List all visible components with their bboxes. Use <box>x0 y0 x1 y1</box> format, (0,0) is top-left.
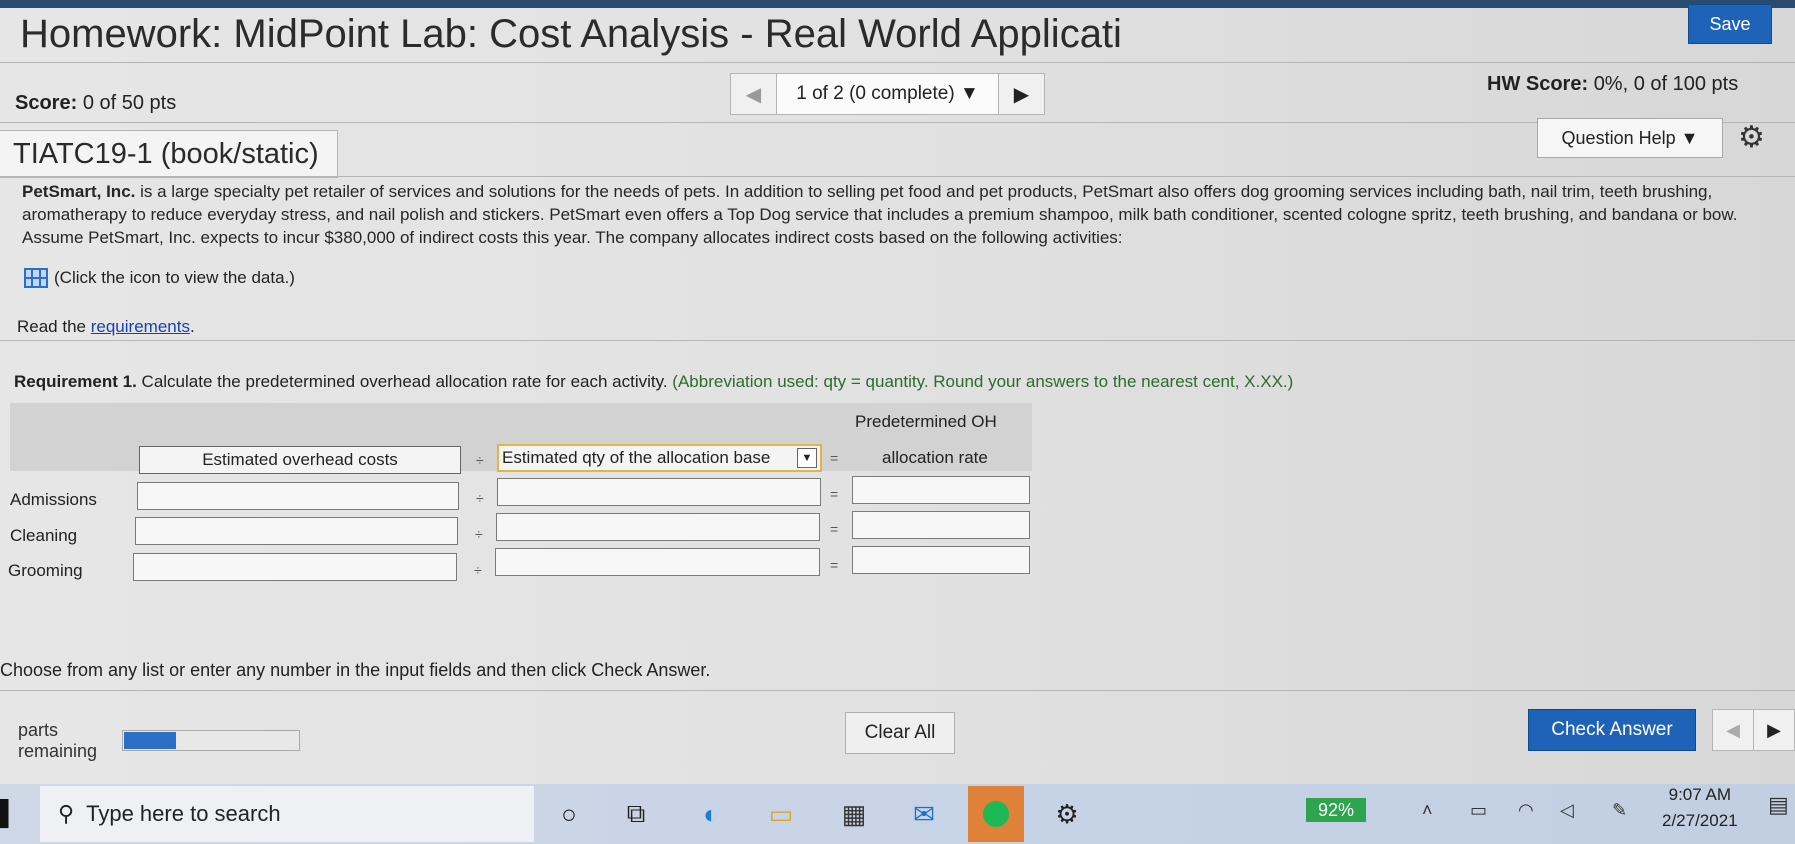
instruction-text: Choose from any list or enter any number… <box>0 660 711 680</box>
admissions-allocation-qty-input[interactable] <box>497 478 821 506</box>
question-selector[interactable]: 1 of 2 (0 complete) ▼ <box>777 74 998 114</box>
header-estimated-overhead-costs: Estimated overhead costs <box>139 446 461 474</box>
task-view-icon[interactable]: ⧉ <box>617 795 655 833</box>
taskbar-search-box[interactable]: ⚲ Type here to search <box>40 786 534 842</box>
wifi-icon[interactable]: ◠ <box>1518 800 1534 821</box>
question-navigator: ◀ 1 of 2 (0 complete) ▼ ▶ <box>730 73 1045 115</box>
part-pager: ◀ ▶ <box>1712 709 1795 751</box>
mail-icon[interactable]: ✉ <box>905 795 943 833</box>
pen-icon[interactable]: ✎ <box>1612 800 1627 821</box>
settings-gear-icon[interactable]: ⚙ <box>1048 795 1086 833</box>
equals-symbol: = <box>830 557 839 573</box>
next-question-button[interactable]: ▶ <box>998 74 1044 114</box>
previous-part-button[interactable]: ◀ <box>1713 710 1754 750</box>
score: Score: 0 of 50 pts <box>15 92 177 114</box>
grooming-rate-input[interactable] <box>852 546 1030 574</box>
row-label-cleaning: Cleaning <box>10 526 78 545</box>
previous-question-button[interactable]: ◀ <box>731 74 777 114</box>
header-allocation-rate: allocation rate <box>882 448 988 467</box>
cleaning-overhead-costs-input[interactable] <box>135 517 458 545</box>
divider <box>0 690 1795 691</box>
divider <box>0 122 1795 123</box>
divide-symbol: ÷ <box>476 452 484 468</box>
parts-remaining: parts remaining <box>18 720 98 761</box>
view-data-link[interactable]: (Click the icon to view the data.) <box>24 268 295 288</box>
admissions-rate-input[interactable] <box>852 476 1030 504</box>
question-prompt: PetSmart, Inc. is a large specialty pet … <box>22 182 1738 247</box>
read-requirements: Read the requirements. <box>17 317 195 336</box>
taskbar-clock[interactable]: 9:07 AM 2/27/2021 <box>1662 782 1738 834</box>
spotify-icon[interactable] <box>968 786 1024 842</box>
chevron-down-icon[interactable]: ▼ <box>797 448 817 468</box>
next-part-button[interactable]: ▶ <box>1754 710 1794 750</box>
cleaning-rate-input[interactable] <box>852 511 1030 539</box>
notification-icon[interactable]: ▤ <box>1768 792 1789 818</box>
header-predetermined-oh: Predetermined OH <box>855 412 997 431</box>
question-id: TIATC19-1 (book/static) <box>0 130 338 178</box>
requirements-link[interactable]: requirements <box>91 317 190 336</box>
grooming-overhead-costs-input[interactable] <box>133 553 457 581</box>
clear-all-button[interactable]: Clear All <box>845 712 955 754</box>
battery-icon[interactable]: ▭ <box>1470 800 1487 821</box>
divide-symbol: ÷ <box>474 562 482 578</box>
equals-symbol: = <box>830 521 839 537</box>
store-icon[interactable]: ▦ <box>835 795 873 833</box>
data-table-icon[interactable] <box>24 268 48 288</box>
progress-fill <box>124 732 176 749</box>
edge-browser-icon[interactable]: ◐ <box>692 795 730 833</box>
row-label-admissions: Admissions <box>10 490 97 509</box>
cleaning-allocation-qty-input[interactable] <box>496 513 820 541</box>
windows-start-icon[interactable]: ▌ <box>0 800 17 828</box>
divide-symbol: ÷ <box>476 490 484 506</box>
equals-symbol: = <box>830 450 839 466</box>
requirement-1: Requirement 1. Calculate the predetermin… <box>14 372 1294 391</box>
check-answer-button[interactable]: Check Answer <box>1528 709 1696 751</box>
save-button[interactable]: Save <box>1688 4 1772 44</box>
progress-bar <box>122 730 300 751</box>
row-label-grooming: Grooming <box>8 561 83 580</box>
allocation-base-dropdown[interactable]: Estimated qty of the allocation base ▼ <box>497 444 822 472</box>
battery-indicator: 92% <box>1306 798 1366 822</box>
homework-page: Homework: MidPoint Lab: Cost Analysis - … <box>0 0 1795 844</box>
grooming-allocation-qty-input[interactable] <box>495 548 820 576</box>
window-top-edge <box>0 0 1795 8</box>
admissions-overhead-costs-input[interactable] <box>137 482 459 510</box>
divider <box>0 62 1795 63</box>
page-title: Homework: MidPoint Lab: Cost Analysis - … <box>20 12 1122 56</box>
gear-icon[interactable]: ⚙ <box>1738 120 1765 155</box>
volume-icon[interactable]: ◁ <box>1560 800 1574 821</box>
chevron-up-icon[interactable]: ˄ <box>1422 800 1433 821</box>
divide-symbol: ÷ <box>475 526 483 542</box>
question-help-button[interactable]: Question Help ▼ <box>1537 118 1723 158</box>
equals-symbol: = <box>830 486 839 502</box>
divider <box>0 176 1795 177</box>
divider <box>0 340 1795 341</box>
cortana-icon[interactable]: ○ <box>550 795 588 833</box>
hw-score: HW Score: 0%, 0 of 100 pts <box>1487 73 1739 95</box>
search-icon: ⚲ <box>58 801 75 826</box>
file-explorer-icon[interactable]: ▭ <box>762 795 800 833</box>
